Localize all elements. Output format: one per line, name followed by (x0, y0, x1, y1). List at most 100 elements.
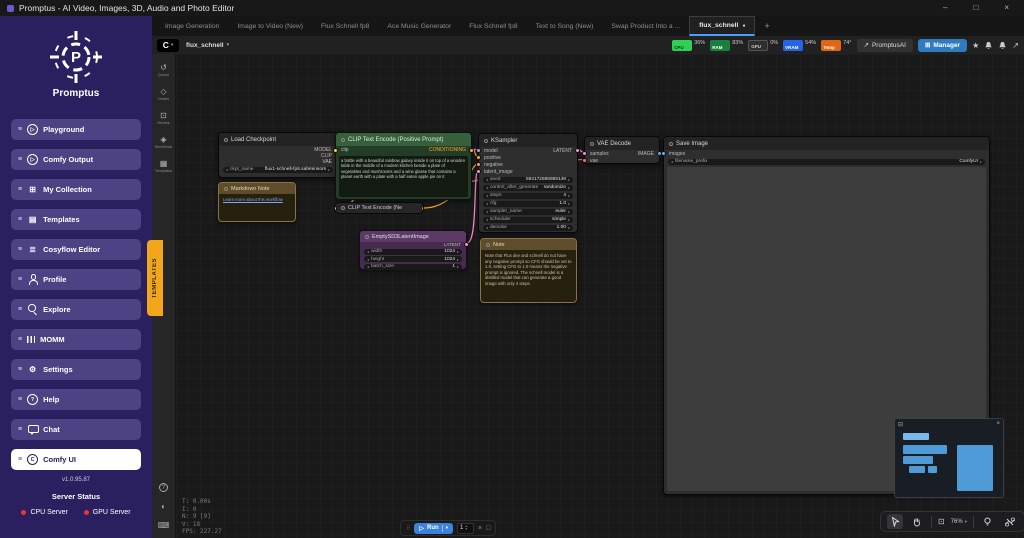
collapse-dot-icon[interactable] (365, 234, 369, 239)
templates-ribbon-tab[interactable]: TEMPLATES (147, 240, 163, 316)
node-title-bar[interactable]: EmptySD3LatentImage (360, 231, 466, 242)
port-images-in[interactable] (661, 151, 666, 156)
rail-item-models[interactable]: ⊡ Models (157, 112, 169, 126)
control-after-generate-widget[interactable]: control_after_generate randomize (483, 184, 573, 191)
tab-flux-schnell-fp8-1[interactable]: Flux Schnell fp8 (312, 16, 378, 36)
theme-icon[interactable]: ◐ (161, 502, 166, 511)
node-title-bar[interactable]: Markdown Note (219, 183, 295, 194)
cfg-widget[interactable]: cfg 1.0 (483, 200, 573, 207)
seed-widget[interactable]: seed 594172696959149 (483, 176, 573, 183)
batch-size-widget[interactable]: batch_size 1 (364, 263, 462, 270)
tab-image-generation[interactable]: Image Generation (156, 16, 228, 36)
bell-alert-icon[interactable] (998, 41, 1007, 50)
scheduler-widget[interactable]: scheduler simple (483, 216, 573, 223)
zoom-level-dropdown[interactable]: 76% ▾ (951, 519, 967, 525)
width-widget[interactable]: width 1024 (364, 248, 462, 255)
minimize-icon[interactable]: – (943, 4, 947, 12)
node-graph-canvas[interactable]: Load Checkpoint MODEL CLIP VAE ckpt_name… (176, 54, 1024, 538)
minimap-close-icon[interactable]: × (996, 421, 1000, 427)
port-samples-in[interactable] (582, 151, 587, 156)
ckpt-name-widget[interactable]: ckpt_name flux1-schnell-fp8.safetensors (223, 166, 333, 173)
star-icon[interactable]: ★ (972, 41, 979, 50)
export-arrow-icon[interactable]: ↗ (1012, 41, 1019, 50)
lightbulb-icon[interactable] (980, 514, 996, 529)
pan-tool-button[interactable] (909, 514, 925, 529)
port-model-in[interactable] (476, 148, 481, 153)
cancel-run-icon[interactable]: × (478, 525, 482, 532)
rail-item-templates[interactable]: ▦ Templates (155, 160, 172, 174)
node-title-bar[interactable]: CLIP Text Encode (Positive Prompt) (336, 133, 471, 146)
comfy-menu-button[interactable]: C ▾ (157, 38, 179, 52)
collapse-dot-icon[interactable] (224, 186, 228, 191)
sidebar-item-help[interactable]: ≡? Help (11, 389, 141, 410)
node-clip-text-encode-positive[interactable]: CLIP Text Encode (Positive Prompt) clip C… (333, 132, 474, 200)
node-clip-text-encode-negative-collapsed[interactable]: CLIP Text Encode (Ne (334, 202, 424, 214)
collapse-dot-icon[interactable] (590, 141, 594, 146)
sidebar-item-explore[interactable]: ≡ Explore (11, 299, 141, 320)
sidebar-item-comfy-output[interactable]: ≡ ▷ Comfy Output (11, 149, 141, 170)
tab-flux-schnell-active[interactable]: flux_schnell ● (689, 16, 756, 36)
node-title-bar[interactable]: VAE Decode (585, 137, 659, 150)
node-title-bar[interactable]: KSampler (479, 134, 577, 147)
bell-icon[interactable] (984, 41, 993, 50)
fit-view-icon[interactable]: ⊡ (938, 517, 945, 526)
port-latent-out[interactable] (575, 148, 580, 153)
help-icon[interactable]: ? (158, 483, 168, 492)
node-title-bar[interactable]: Save Image (664, 137, 989, 150)
note-text[interactable]: Note that Flux dev and schnell do not ha… (481, 250, 576, 289)
collapse-dot-icon[interactable] (341, 206, 345, 210)
filename-prefix-widget[interactable]: filename_prefix ComfyUI (668, 158, 985, 165)
port-conditioning-out[interactable] (421, 206, 423, 211)
node-note[interactable]: Note Note that Flux dev and schnell do n… (480, 238, 577, 303)
sidebar-item-playground[interactable]: ≡ ▷ Playground (11, 119, 141, 140)
minimap-panel-icon[interactable]: ⊟ (898, 421, 903, 428)
port-latent-out[interactable] (464, 242, 469, 247)
promptusai-button[interactable]: ↗ PromptusAI (856, 38, 913, 52)
node-empty-sd3-latent-image[interactable]: EmptySD3LatentImage LATENT width 1024 hei… (359, 230, 469, 270)
workflow-help-link[interactable]: Learn more about this workflow (219, 194, 295, 205)
port-latent-image-in[interactable] (476, 169, 481, 174)
port-conditioning-out[interactable] (469, 148, 474, 153)
sidebar-item-my-collection[interactable]: ≡ ⊞ My Collection (11, 179, 141, 200)
sidebar-item-settings[interactable]: ≡ ⚙ Settings (11, 359, 141, 380)
tab-ace-music-generator[interactable]: Ace Music Generator (378, 16, 460, 36)
select-tool-button[interactable] (887, 514, 903, 529)
toggle-links-icon[interactable] (1002, 514, 1018, 529)
rail-item-workflows[interactable]: ◈ Workflows (155, 136, 172, 150)
collapse-dot-icon[interactable] (484, 138, 488, 143)
node-load-checkpoint[interactable]: Load Checkpoint MODEL CLIP VAE ckpt_name… (218, 132, 340, 178)
stepper-icons[interactable]: ▴ ▾ (465, 524, 467, 531)
tab-flux-schnell-fp8-2[interactable]: Flux Schnell fp8 (460, 16, 526, 36)
sampler-name-widget[interactable]: sampler_name euler (483, 208, 573, 215)
port-positive-in[interactable] (476, 155, 481, 160)
sidebar-item-templates[interactable]: ≡ ▤ Templates (11, 209, 141, 230)
sidebar-item-cosyflow-editor[interactable]: ≡ ≣ Cosyflow Editor (11, 239, 141, 260)
node-vae-decode[interactable]: VAE Decode samples IMAGE vae (582, 136, 662, 164)
sidebar-item-chat[interactable]: ≡ Chat (11, 419, 141, 440)
collapse-dot-icon[interactable] (341, 137, 345, 142)
node-ksampler[interactable]: KSampler model LATENT positive negative l… (476, 133, 580, 233)
run-button[interactable]: ▷ Run ▾ (414, 522, 453, 534)
steps-widget[interactable]: steps 4 (483, 192, 573, 199)
manager-button[interactable]: ⊞ Manager (917, 38, 968, 52)
workflow-name-dropdown[interactable]: flux_schnell ▾ (186, 42, 229, 49)
prompt-textarea[interactable]: a bottle with a beautiful rainbow galaxy… (339, 156, 468, 197)
tab-text-to-song[interactable]: Text to Song (New) (527, 16, 603, 36)
port-clip-in[interactable] (333, 148, 338, 153)
node-markdown-note[interactable]: Markdown Note Learn more about this work… (218, 182, 296, 222)
tab-image-to-video[interactable]: Image to Video (New) (228, 16, 312, 36)
step-down-icon[interactable]: ▾ (465, 527, 467, 531)
sidebar-item-profile[interactable]: ≡ Profile (11, 269, 141, 290)
new-tab-button[interactable]: + (755, 16, 778, 36)
port-negative-in[interactable] (476, 162, 481, 167)
rail-item-nodes[interactable]: ◇ Nodes (158, 88, 169, 102)
batch-count-stepper[interactable]: 1 ▴ ▾ (456, 522, 474, 534)
sidebar-item-momm[interactable]: ≡ MOMM (11, 329, 141, 350)
drag-grip-icon[interactable]: ⠿ (406, 525, 410, 532)
maximize-icon[interactable]: □ (973, 4, 978, 12)
keyboard-icon[interactable]: ⌨ (158, 521, 170, 530)
collapse-dot-icon[interactable] (669, 141, 673, 146)
collapse-dot-icon[interactable] (486, 242, 490, 247)
node-title-bar[interactable]: Note (481, 239, 576, 250)
tab-swap-product[interactable]: Swap Product Into a ... (602, 16, 689, 36)
